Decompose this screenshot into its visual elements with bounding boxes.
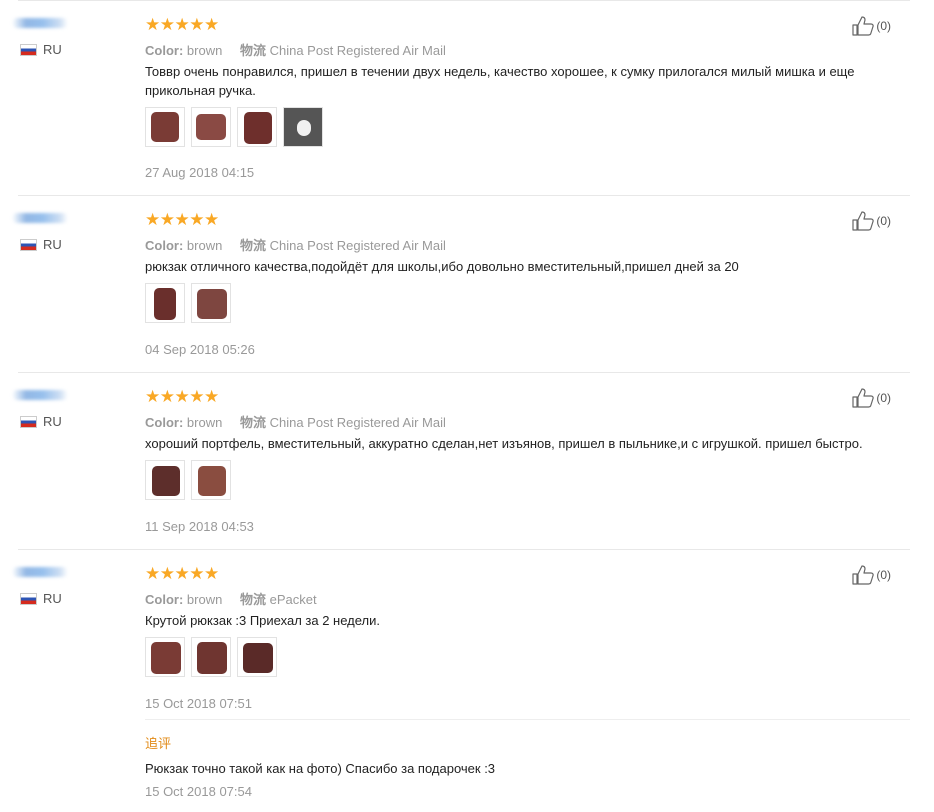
like-count: (0)	[876, 214, 891, 228]
like-count: (0)	[876, 568, 891, 582]
review-photo[interactable]	[191, 460, 231, 500]
review-divider	[18, 195, 910, 196]
country-code: RU	[43, 237, 62, 252]
review-item: RU ★★★★★ Color: brown 物流 ePacket Крутой …	[0, 559, 934, 812]
reviewer-country: RU	[20, 42, 62, 57]
review-date: 04 Sep 2018 05:26	[145, 342, 255, 357]
review-text: Крутой рюкзак :3 Приехал за 2 недели.	[145, 613, 380, 628]
review-item: RU ★★★★★ Color: brown 物流 China Post Regi…	[0, 382, 934, 549]
like-count: (0)	[876, 391, 891, 405]
color-label: Color:	[145, 238, 184, 253]
review-item: RU ★★★★★ Color: brown 物流 China Post Regi…	[0, 10, 934, 195]
review-text: хороший портфель, вместительный, аккурат…	[145, 436, 863, 451]
country-code: RU	[43, 42, 62, 57]
followup-date: 15 Oct 2018 07:54	[145, 784, 252, 799]
thumbs-up-icon	[852, 211, 875, 231]
review-photo[interactable]	[145, 107, 185, 147]
review-photos	[145, 460, 231, 502]
review-photo[interactable]	[145, 460, 185, 500]
country-code: RU	[43, 414, 62, 429]
thumbs-up-icon	[852, 16, 875, 36]
review-divider	[18, 549, 910, 550]
reviewer-country: RU	[20, 237, 62, 252]
shipping-label: 物流	[239, 43, 266, 58]
reviewer-name-blurred	[12, 18, 68, 28]
shipping-value: China Post Registered Air Mail	[269, 43, 446, 58]
review-meta: Color: brown 物流 ePacket	[145, 589, 317, 608]
review-date: 11 Sep 2018 04:53	[145, 519, 254, 534]
color-value: brown	[186, 43, 223, 58]
russia-flag-icon	[20, 43, 37, 56]
review-text: рюкзак отличного качества,подойдёт для ш…	[145, 259, 739, 274]
thumbs-up-icon	[852, 388, 875, 408]
russia-flag-icon	[20, 415, 37, 428]
review-photo[interactable]	[145, 283, 185, 323]
star-rating: ★★★★★	[145, 564, 219, 583]
review-photo[interactable]	[237, 637, 277, 677]
review-photo[interactable]	[283, 107, 323, 147]
review-photo[interactable]	[191, 107, 231, 147]
review-meta: Color: brown 物流 China Post Registered Ai…	[145, 412, 446, 431]
top-divider	[18, 0, 910, 1]
star-rating: ★★★★★	[145, 387, 219, 406]
russia-flag-icon	[20, 238, 37, 251]
review-date: 27 Aug 2018 04:15	[145, 165, 255, 180]
reviewer-name-blurred	[12, 213, 68, 223]
star-rating: ★★★★★	[145, 210, 219, 229]
color-value: brown	[186, 592, 223, 607]
color-value: brown	[186, 238, 223, 253]
reviewer-info: RU	[12, 567, 72, 606]
reviewer-name-blurred	[12, 567, 68, 577]
like-button[interactable]: (0)	[852, 565, 891, 585]
color-label: Color:	[145, 43, 184, 58]
reviewer-info: RU	[12, 18, 72, 57]
review-divider	[18, 372, 910, 373]
like-button[interactable]: (0)	[852, 388, 891, 408]
followup-text: Рюкзак точно такой как на фото) Спасибо …	[145, 761, 496, 776]
review-item: RU ★★★★★ Color: brown 物流 China Post Regi…	[0, 205, 934, 372]
star-rating: ★★★★★	[145, 15, 219, 34]
russia-flag-icon	[20, 592, 37, 605]
shipping-label: 物流	[239, 415, 266, 430]
review-photo[interactable]	[191, 283, 231, 323]
review-text: Товвр очень понравился, пришел в течении…	[145, 64, 855, 98]
thumbs-up-icon	[852, 565, 875, 585]
followup-label: 追评	[145, 736, 172, 751]
shipping-label: 物流	[239, 238, 266, 253]
shipping-value: ePacket	[269, 592, 317, 607]
followup-divider	[145, 719, 910, 720]
reviewer-info: RU	[12, 213, 72, 252]
color-label: Color:	[145, 592, 184, 607]
reviewer-name-blurred	[12, 390, 68, 400]
reviewer-country: RU	[20, 591, 62, 606]
review-meta: Color: brown 物流 China Post Registered Ai…	[145, 235, 446, 254]
review-photo[interactable]	[191, 637, 231, 677]
shipping-label: 物流	[239, 592, 266, 607]
like-count: (0)	[876, 19, 891, 33]
shipping-value: China Post Registered Air Mail	[269, 238, 446, 253]
review-photos	[145, 637, 277, 679]
like-button[interactable]: (0)	[852, 16, 891, 36]
shipping-value: China Post Registered Air Mail	[269, 415, 446, 430]
review-photos	[145, 107, 323, 149]
review-photos	[145, 283, 231, 325]
reviewer-info: RU	[12, 390, 72, 429]
review-photo[interactable]	[237, 107, 277, 147]
reviewer-country: RU	[20, 414, 62, 429]
like-button[interactable]: (0)	[852, 211, 891, 231]
color-label: Color:	[145, 415, 184, 430]
country-code: RU	[43, 591, 62, 606]
review-date: 15 Oct 2018 07:51	[145, 696, 252, 711]
color-value: brown	[186, 415, 223, 430]
review-meta: Color: brown 物流 China Post Registered Ai…	[145, 40, 446, 59]
review-photo[interactable]	[145, 637, 185, 677]
